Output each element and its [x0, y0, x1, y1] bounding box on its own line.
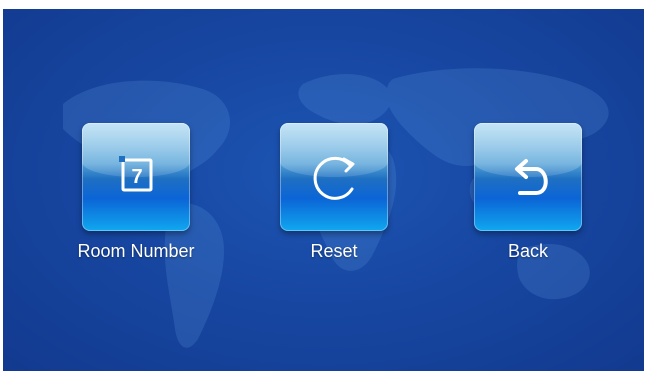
room-number-icon: 7 [119, 156, 153, 192]
room-number-tile: 7 Room Number [71, 123, 201, 262]
room-number-glyph: 7 [131, 166, 142, 188]
reset-button[interactable] [280, 123, 388, 231]
main-screen: 7 Room Number Reset Back [3, 9, 644, 371]
reset-icon [313, 156, 355, 200]
back-tile: Back [463, 123, 593, 262]
reset-tile: Reset [269, 123, 399, 262]
back-button[interactable] [474, 123, 582, 231]
room-number-label: Room Number [77, 241, 195, 261]
back-label: Back [507, 241, 549, 261]
reset-label: Reset [310, 241, 358, 261]
back-icon [515, 159, 548, 195]
room-number-button[interactable]: 7 [82, 123, 190, 231]
